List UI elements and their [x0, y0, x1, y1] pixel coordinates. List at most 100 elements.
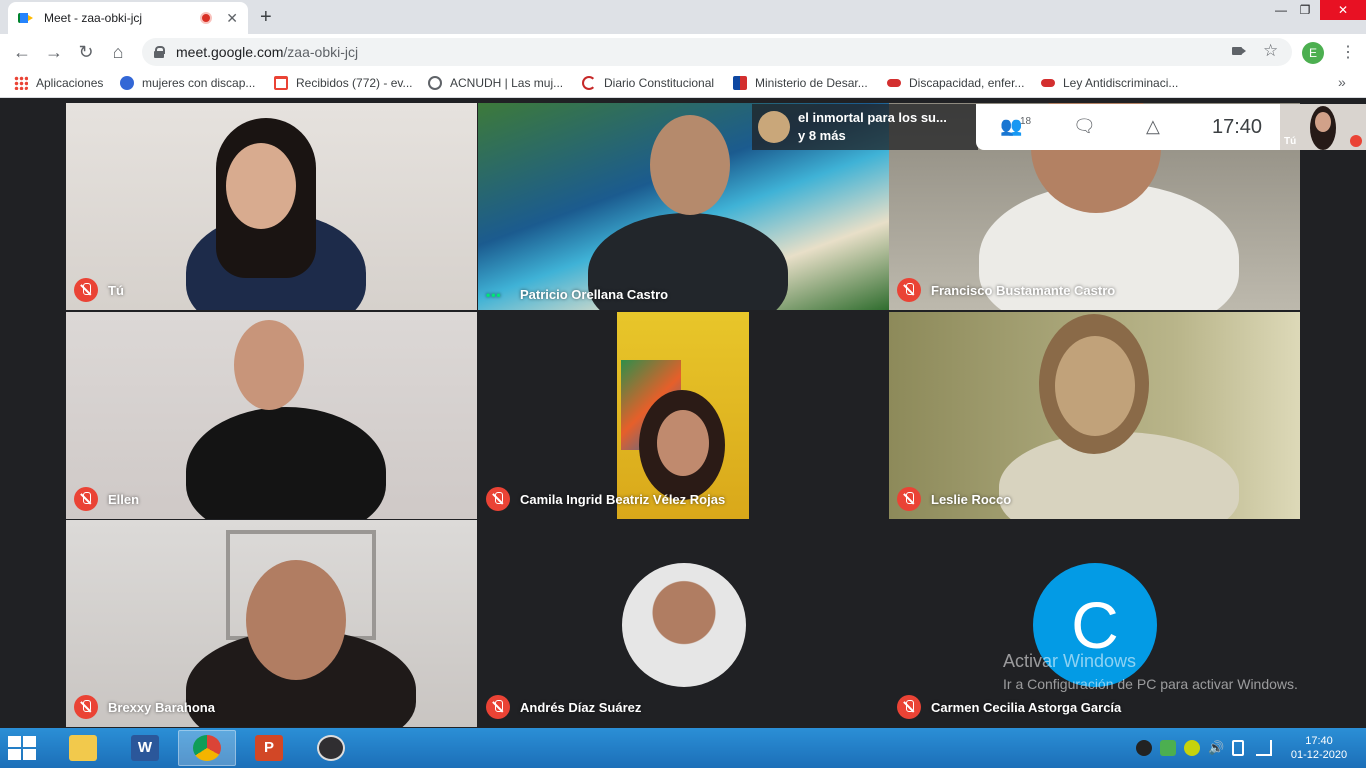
bookmark-apps[interactable]: Aplicaciones — [14, 76, 103, 90]
browser-toolbar: ← → ↻ ⌂ meet.google.com/zaa-obki-jcj ☆ E… — [0, 34, 1366, 70]
browser-tab[interactable]: Meet - zaa-obki-jcj ✕ — [8, 2, 248, 34]
meet-top-controls: 👥 18 🗨 △ 17:40 — [976, 104, 1280, 150]
battery-icon[interactable] — [1232, 740, 1244, 756]
flag-icon — [733, 76, 747, 90]
update-icon[interactable] — [1184, 740, 1200, 756]
apps-grid-icon — [14, 76, 28, 90]
participant-name: Patricio Orellana Castro — [520, 287, 669, 302]
profile-avatar[interactable]: E — [1302, 42, 1324, 64]
url-path: /zaa-obki-jcj — [283, 44, 359, 60]
mic-off-icon — [897, 278, 921, 302]
back-icon[interactable]: ← — [10, 40, 34, 64]
participant-tile[interactable]: Andrés Díaz Suárez — [478, 520, 889, 727]
bookmark-mujeres[interactable]: mujeres con discap... — [120, 76, 255, 90]
self-label: Tú — [1284, 136, 1297, 147]
bookmark-ley[interactable]: Ley Antidiscriminaci... — [1041, 76, 1178, 90]
windows-start-icon[interactable] — [8, 736, 38, 760]
folder-icon — [69, 735, 97, 761]
windows-taskbar: W P 🔊 17:40 01-12-2020 — [0, 728, 1366, 768]
mic-off-icon — [1350, 135, 1362, 147]
participant-name: Tú — [108, 282, 124, 298]
system-clock[interactable]: 17:40 01-12-2020 — [1284, 734, 1354, 762]
security-shield-icon[interactable] — [1160, 740, 1176, 756]
participant-tile[interactable]: Camila Ingrid Beatriz Vélez Rojas — [478, 312, 889, 519]
bookmark-gmail[interactable]: Recibidos (772) - ev... — [274, 76, 413, 90]
powerpoint-icon: P — [255, 735, 283, 761]
close-window-button[interactable]: ✕ — [1320, 0, 1366, 20]
participant-tile[interactable]: C Carmen Cecilia Astorga García — [889, 520, 1300, 727]
self-view-thumbnail[interactable]: Tú — [1280, 104, 1366, 150]
taskbar-chrome[interactable] — [178, 730, 236, 766]
recording-indicator-icon — [200, 12, 213, 24]
mic-off-icon — [897, 695, 921, 719]
participants-count: 18 — [1020, 116, 1032, 127]
chrome-icon — [120, 76, 134, 90]
participant-name: Leslie Rocco — [931, 491, 1012, 507]
notification-line1: el inmortal para los su... — [798, 110, 947, 125]
mic-off-icon — [486, 695, 510, 719]
participant-tile[interactable]: Leslie Rocco — [889, 312, 1300, 519]
gmail-icon — [274, 76, 288, 90]
participant-tile[interactable]: Brexxy Barahona — [66, 520, 477, 727]
red-bookmark-icon — [1041, 79, 1055, 87]
bookmark-discapacidad[interactable]: Discapacidad, enfer... — [887, 76, 1024, 90]
mic-off-icon — [74, 487, 98, 511]
restore-button[interactable]: ❐ — [1290, 0, 1320, 20]
url-host: meet.google.com — [176, 44, 284, 60]
new-tab-button[interactable]: + — [260, 6, 272, 29]
mic-off-icon — [74, 695, 98, 719]
forward-icon[interactable]: → — [42, 40, 66, 64]
speaking-indicator-icon: ••• — [486, 287, 502, 302]
participant-name: Brexxy Barahona — [108, 699, 215, 715]
kebab-menu-icon[interactable]: ⋮ — [1340, 42, 1356, 62]
c-logo-icon — [582, 76, 596, 90]
chat-notification[interactable]: el inmortal para los su... y 8 más — [752, 104, 978, 150]
mic-off-icon — [74, 278, 98, 302]
participant-tile[interactable]: Tú — [66, 103, 477, 310]
mic-off-icon — [486, 487, 510, 511]
volume-icon[interactable]: 🔊 — [1208, 740, 1224, 756]
notification-line2: y 8 más — [798, 128, 846, 143]
bookmark-star-icon[interactable]: ☆ — [1263, 41, 1278, 61]
participant-name: Camila Ingrid Beatriz Vélez Rojas — [520, 491, 726, 507]
participant-video — [186, 407, 386, 519]
network-signal-icon[interactable] — [1256, 740, 1272, 756]
address-bar[interactable]: meet.google.com/zaa-obki-jcj — [142, 38, 1292, 66]
tab-strip: Meet - zaa-obki-jcj ✕ + — ❐ ✕ — [0, 0, 1366, 34]
participant-name: Andrés Díaz Suárez — [520, 699, 642, 715]
taskbar-file-explorer[interactable] — [54, 730, 112, 766]
lock-icon — [154, 46, 165, 58]
bookmark-diario[interactable]: Diario Constitucional — [582, 76, 714, 90]
bookmarks-bar: Aplicaciones mujeres con discap... Recib… — [0, 70, 1366, 98]
meet-icon — [18, 11, 34, 25]
close-tab-icon[interactable]: ✕ — [226, 10, 238, 27]
more-bookmarks-icon[interactable]: » — [1338, 74, 1346, 90]
participant-name: Carmen Cecilia Astorga García — [931, 699, 1122, 715]
red-bookmark-icon — [887, 79, 901, 87]
chrome-icon — [193, 735, 221, 761]
participant-name: Francisco Bustamante Castro — [931, 282, 1116, 298]
globe-icon — [428, 76, 442, 90]
obs-icon — [317, 735, 345, 761]
tab-title: Meet - zaa-obki-jcj — [44, 11, 143, 25]
chat-icon[interactable]: 🗨 — [1073, 116, 1096, 137]
bookmark-acnudh[interactable]: ACNUDH | Las muj... — [428, 76, 563, 90]
taskbar-obs[interactable] — [302, 730, 360, 766]
obs-tray-icon[interactable] — [1136, 740, 1152, 756]
camera-in-use-icon[interactable] — [1232, 47, 1242, 55]
activities-icon[interactable]: △ — [1146, 116, 1160, 137]
mic-off-icon — [897, 487, 921, 511]
reload-icon[interactable]: ↻ — [74, 40, 98, 64]
taskbar-word[interactable]: W — [116, 730, 174, 766]
home-icon[interactable]: ⌂ — [106, 40, 130, 64]
taskbar-date: 01-12-2020 — [1290, 749, 1348, 761]
meet-grid: Tú ••• Patricio Orellana Castro Francisco… — [0, 99, 1366, 728]
taskbar-time: 17:40 — [1305, 735, 1333, 747]
taskbar-powerpoint[interactable]: P — [240, 730, 298, 766]
bookmark-ministerio[interactable]: Ministerio de Desar... — [733, 76, 868, 90]
notification-avatar — [758, 111, 790, 143]
participant-avatar — [622, 563, 746, 687]
participant-name: Ellen — [108, 491, 140, 507]
participant-tile[interactable]: Ellen — [66, 312, 477, 519]
windows-activation-watermark: Activar Windows Ir a Configuración de PC… — [1003, 651, 1298, 692]
